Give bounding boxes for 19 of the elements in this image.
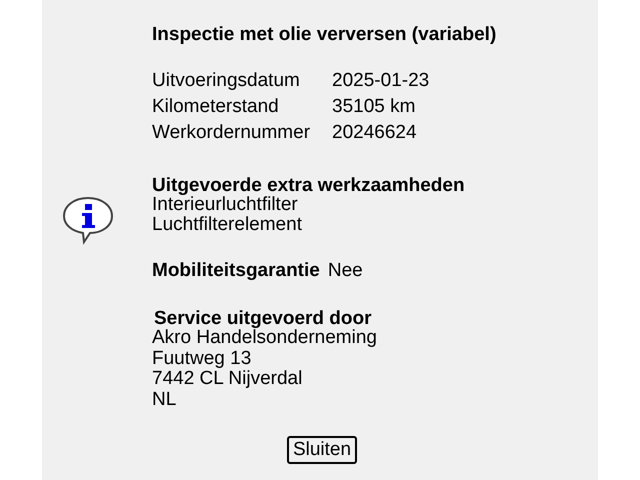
field-value: 35105 km [332,96,416,117]
section-heading: Service uitgevoerd door [154,309,373,328]
info-icon [62,194,114,246]
address-line: Akro Handelsonderneming [152,328,378,348]
section-heading: Uitgevoerde extra werkzaamheden [152,176,466,195]
field-value: 2025-01-23 [332,70,430,91]
field-label: Werkordernummer [152,122,310,143]
field-value: 20246624 [332,122,418,143]
dialog-title: Inspectie met olie verversen (variabel) [152,24,496,45]
address-line: NL [152,390,178,410]
work-item: Luchtfilterelement [152,215,303,235]
field-value: Nee [328,260,363,281]
work-item: Interieurluchtfilter [152,195,299,215]
field-label: Kilometerstand [152,96,280,117]
field-label: Mobiliteitsgarantie [152,260,320,281]
address-line: 7442 CL Nijverdal [152,369,304,390]
close-button[interactable]: Sluiten [286,436,358,464]
field-label: Uitvoeringsdatum [152,70,301,91]
address-line: Fuutweg 13 [152,348,252,369]
